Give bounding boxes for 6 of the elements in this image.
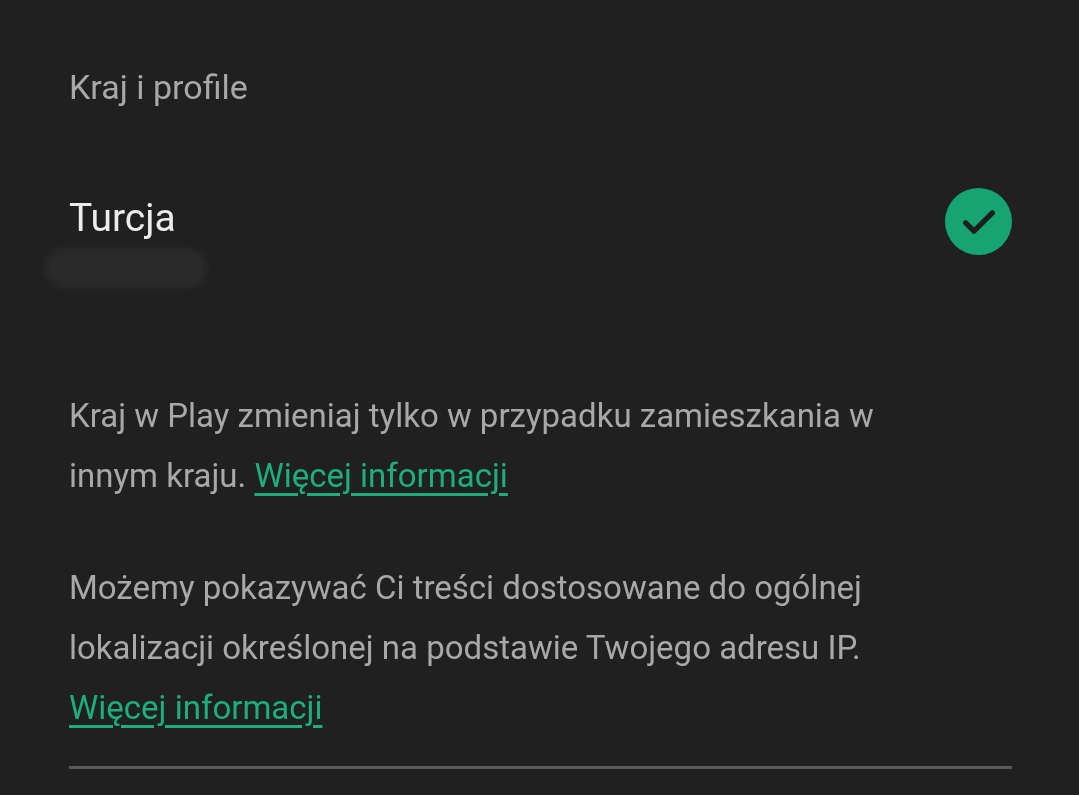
more-info-link[interactable]: Więcej informacji	[254, 456, 508, 495]
section-title: Kraj i profile	[69, 66, 248, 109]
country-name: Turcja	[69, 196, 176, 240]
more-info-link[interactable]: Więcej informacji	[69, 688, 323, 727]
info-paragraph: Kraj w Play zmieniaj tylko w przypadku zamieszkania w innym kraju. Więcej informacji	[69, 395, 875, 497]
info-paragraph: Możemy pokazywać Ci treści dostosowane do ogólnej lokalizacji określonej na podstawie Twojego adresu IP. Więcej informacji	[69, 567, 863, 729]
